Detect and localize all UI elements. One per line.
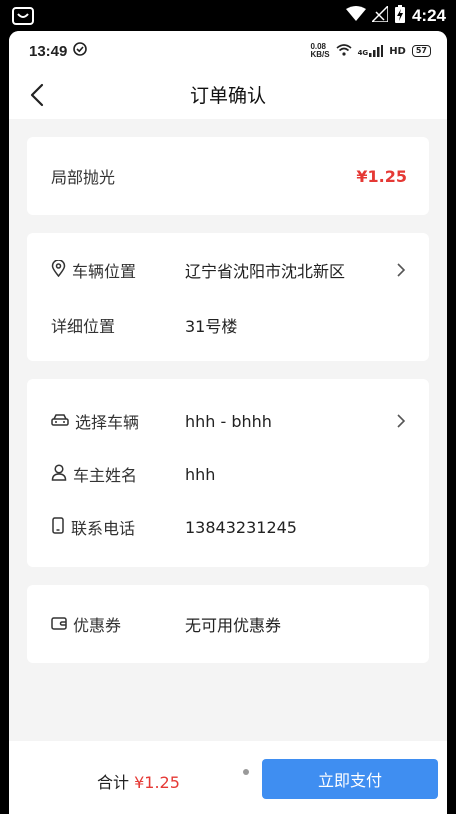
chevron-right-icon — [395, 411, 407, 431]
battery-level: 57 — [411, 45, 431, 57]
page-title: 订单确认 — [189, 85, 266, 107]
coupon-card: 优惠券 无可用优惠券 — [27, 585, 429, 663]
owner-name-label: 车主姓名 — [73, 466, 138, 485]
wifi-icon — [345, 6, 366, 26]
check-circle-icon — [73, 42, 88, 60]
app-time: 13:49 — [29, 42, 68, 60]
coupon-row[interactable]: 优惠券 无可用优惠券 — [51, 609, 407, 639]
battery-icon — [394, 5, 406, 27]
separator-dot — [243, 769, 249, 775]
owner-name-row: 车主姓名 hhh — [51, 459, 407, 489]
pay-now-button[interactable]: 立即支付 — [262, 759, 438, 799]
title-bar: 订单确认 — [9, 71, 447, 119]
app-status-bar: 13:49 0.08 KB/S 4G HD 57 — [9, 31, 447, 71]
phone-value: 13843231245 — [185, 517, 297, 537]
select-vehicle-value: hhh - bhhh — [185, 411, 272, 431]
vehicle-card: 选择车辆 hhh - bhhh 车主姓名 hhh 联系电话 1384323124… — [27, 379, 429, 567]
chevron-right-icon — [395, 260, 407, 280]
total-label: 合计 — [97, 773, 130, 792]
detail-location-value: 31号楼 — [185, 317, 238, 336]
coupon-icon — [51, 615, 67, 634]
system-time: 4:24 — [411, 6, 446, 25]
select-vehicle-label: 选择车辆 — [75, 413, 140, 432]
coupon-label: 优惠券 — [73, 616, 122, 635]
system-status-bar: 4:24 — [0, 0, 456, 31]
detail-location-row[interactable]: 详细位置 31号楼 — [51, 310, 407, 340]
total-price: 合计 ¥1.25 — [97, 769, 180, 793]
car-icon — [51, 412, 69, 431]
service-price: ¥1.25 — [356, 166, 407, 186]
person-icon — [51, 463, 67, 485]
detail-location-label: 详细位置 — [51, 317, 116, 336]
location-pin-icon — [51, 258, 66, 281]
service-row: 局部抛光 ¥1.25 — [51, 161, 407, 191]
wifi-icon — [336, 44, 352, 58]
vehicle-location-row[interactable]: 车辆位置 辽宁省沈阳市沈北新区 — [51, 255, 407, 285]
android-notification-icon — [12, 7, 34, 29]
vehicle-location-label: 车辆位置 — [72, 262, 137, 281]
phone-row: 联系电话 13843231245 — [51, 512, 407, 542]
phone-label: 联系电话 — [71, 519, 136, 538]
app-header: 13:49 0.08 KB/S 4G HD 57 订单确认 — [9, 31, 447, 119]
phone-icon — [51, 516, 65, 538]
vehicle-location-value: 辽宁省沈阳市沈北新区 — [185, 262, 346, 281]
signal-icon: 4G — [358, 45, 384, 57]
service-name: 局部抛光 — [51, 168, 116, 187]
total-amount: ¥1.25 — [134, 773, 180, 792]
service-card: 局部抛光 ¥1.25 — [27, 137, 429, 215]
hd-icon: HD — [389, 45, 406, 57]
select-vehicle-row[interactable]: 选择车辆 hhh - bhhh — [51, 406, 407, 436]
app-screen: 13:49 0.08 KB/S 4G HD 57 订单确认 局部抛光 ¥1.25… — [9, 31, 447, 814]
coupon-value: 无可用优惠券 — [185, 616, 282, 635]
owner-name-value: hhh — [185, 464, 216, 484]
signal-icon — [370, 4, 389, 26]
net-speed: 0.08 KB/S — [310, 42, 330, 59]
checkout-bar: 合计 ¥1.25 立即支付 — [9, 741, 447, 814]
location-card: 车辆位置 辽宁省沈阳市沈北新区 详细位置 31号楼 — [27, 233, 429, 361]
